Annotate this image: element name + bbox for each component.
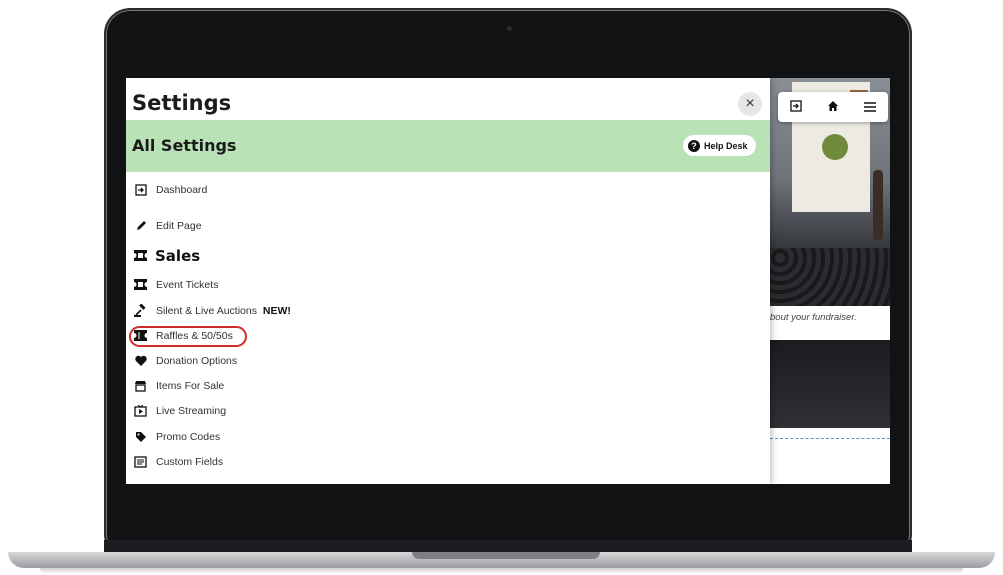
event-tagline: bout your fundraiser. (770, 312, 857, 323)
menu-label: Raffles & 50/50s (156, 329, 233, 342)
all-settings-bar: All Settings ? Help Desk (126, 120, 770, 172)
floating-toolbar (778, 92, 888, 122)
help-desk-label: Help Desk (704, 140, 748, 151)
menu-label: Promo Codes (156, 430, 221, 443)
raffle-ticket-icon (134, 329, 147, 342)
heart-icon (134, 354, 147, 367)
menu-label: Live Streaming (156, 404, 227, 417)
new-badge: NEW! (262, 304, 291, 317)
question-icon: ? (688, 139, 700, 152)
menu-label: Dashboard (156, 183, 208, 196)
webcam (507, 26, 512, 31)
menu-label: Donation Options (156, 354, 238, 367)
ticket-icon (134, 247, 147, 265)
video-icon (134, 404, 147, 417)
dark-image-band (770, 340, 890, 428)
gavel-icon (134, 304, 147, 317)
tag-icon (134, 430, 147, 443)
laptop-screen: bout your fundraiser. Settings × All Set… (126, 78, 890, 484)
food-image (822, 134, 848, 160)
sign-in-icon[interactable] (790, 99, 802, 115)
auctions-label: Silent & Live Auctions (156, 304, 257, 317)
laptop-shadow (40, 568, 963, 574)
sales-heading: Sales (134, 247, 200, 265)
sales-heading-label: Sales (155, 247, 201, 265)
event-page-background: bout your fundraiser. (770, 78, 890, 484)
menu-item-live-streaming[interactable]: Live Streaming (134, 404, 226, 417)
menu-item-event-tickets[interactable]: Event Tickets (134, 278, 218, 291)
laptop-notch (412, 552, 600, 559)
menu-item-raffles[interactable]: Raffles & 50/50s (134, 329, 233, 342)
menu-item-edit-page[interactable]: Edit Page (134, 219, 202, 232)
menu-label: Event Tickets (156, 278, 219, 291)
menu-item-donation-options[interactable]: Donation Options (134, 354, 237, 367)
menu-icon[interactable] (863, 99, 876, 115)
speaker-figure (873, 170, 883, 240)
menu-item-items-for-sale[interactable]: Items For Sale (134, 379, 224, 392)
store-icon (134, 379, 147, 392)
menu-item-auctions[interactable]: Silent & Live Auctions NEW! (134, 304, 291, 317)
menu-item-dashboard[interactable]: Dashboard (134, 183, 207, 196)
menu-label: Items For Sale (156, 379, 225, 392)
settings-panel: Settings × All Settings ? Help Desk Dash… (126, 78, 770, 484)
stage: bout your fundraiser. Settings × All Set… (0, 0, 1003, 575)
menu-label: Silent & Live Auctions NEW! (156, 305, 291, 317)
menu-item-promo-codes[interactable]: Promo Codes (134, 430, 220, 443)
menu-item-custom-fields[interactable]: Custom Fields (134, 455, 223, 468)
form-icon (134, 455, 147, 468)
sign-in-icon (134, 183, 147, 196)
menu-label: Edit Page (156, 219, 202, 232)
settings-title: Settings (132, 91, 232, 115)
help-desk-button[interactable]: ? Help Desk (683, 135, 756, 156)
audience-crowd (770, 248, 890, 306)
close-button[interactable]: × (738, 92, 762, 116)
dashed-divider (770, 438, 890, 439)
all-settings-title: All Settings (132, 136, 237, 155)
home-icon[interactable] (827, 99, 839, 115)
pencil-icon (134, 219, 147, 232)
menu-label: Custom Fields (156, 455, 224, 468)
ticket-icon (134, 278, 147, 291)
